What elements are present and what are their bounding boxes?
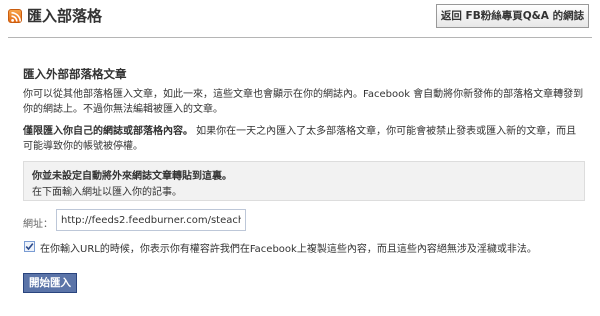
terms-checkbox[interactable] bbox=[24, 241, 35, 252]
terms-text: 在你輸入URL的時候，你表示你有權容許我們在Facebook上複製這些內容，而且… bbox=[40, 244, 537, 255]
warning-subtitle: 在下面輸入網址以匯入你的記事。 bbox=[32, 187, 182, 198]
page-header: 匯入部落格 返回 FB粉絲專頁Q&A 的網誌 bbox=[0, 0, 600, 38]
url-input[interactable] bbox=[56, 209, 246, 231]
page-title: 匯入部落格 bbox=[27, 7, 103, 25]
header-divider bbox=[8, 37, 592, 38]
rss-feed-icon bbox=[8, 9, 22, 23]
import-notice: 僅限匯入你自己的網誌或部落格內容。 如果你在一天之內匯入了太多部落格文章，你可能… bbox=[23, 124, 585, 154]
import-description: 你可以從其他部落格匯入文章，如此一來，這些文章也會顯示在你的網誌內。Facebo… bbox=[23, 89, 584, 115]
import-blog-page: 匯入部落格 返回 FB粉絲專頁Q&A 的網誌 匯入外部部落格文章 你可以從其他部… bbox=[0, 0, 600, 316]
url-label: 網址： bbox=[23, 219, 53, 230]
warning-title: 你並未設定自動將外來網誌文章轉貼到這裏。 bbox=[32, 171, 232, 182]
auto-import-warning-box: 你並未設定自動將外來網誌文章轉貼到這裏。 在下面輸入網址以匯入你的記事。 bbox=[23, 161, 585, 201]
start-import-button[interactable]: 開始匯入 bbox=[23, 273, 77, 293]
checkmark-icon bbox=[25, 243, 34, 251]
back-to-notes-button[interactable]: 返回 FB粉絲專頁Q&A 的網誌 bbox=[436, 4, 589, 28]
section-heading: 匯入外部部落格文章 bbox=[23, 67, 127, 81]
import-notice-bold: 僅限匯入你自己的網誌或部落格內容。 bbox=[23, 126, 193, 137]
